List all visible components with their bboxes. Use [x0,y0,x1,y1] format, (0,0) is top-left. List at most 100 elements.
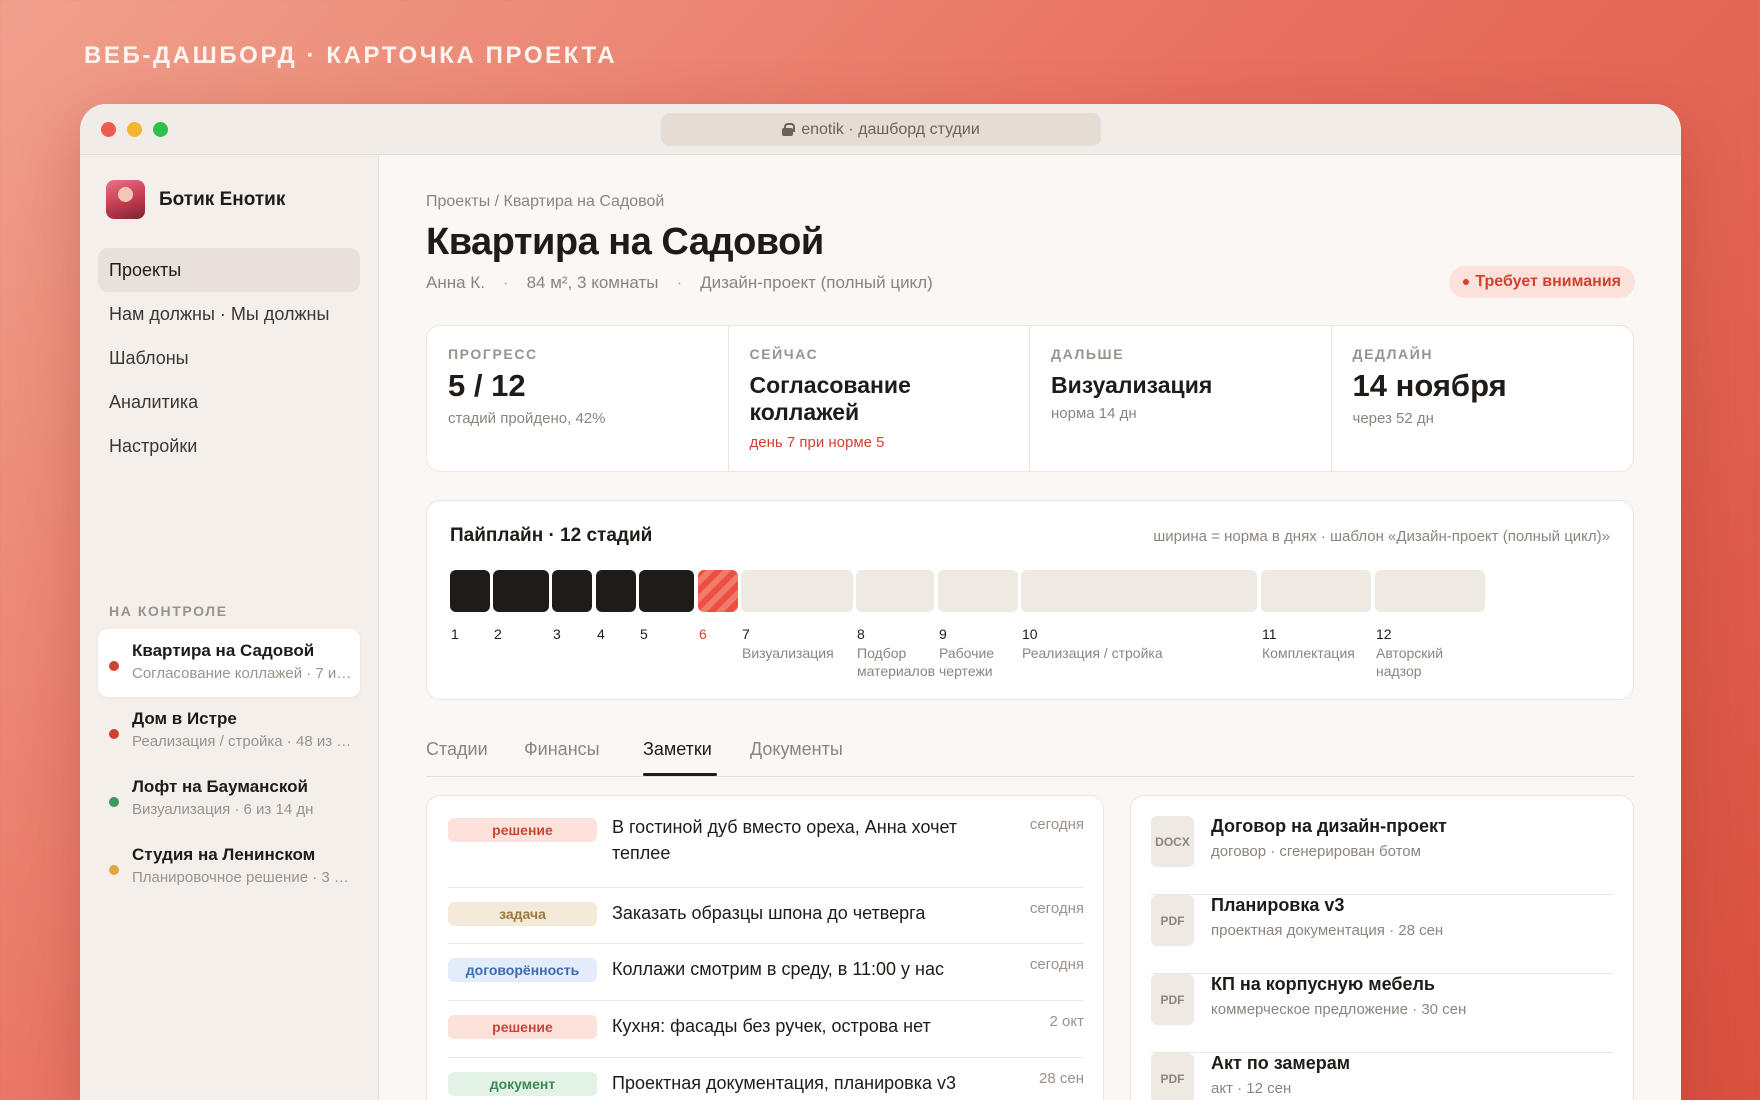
tab-finance[interactable]: Финансы [524,739,600,760]
close-window-button[interactable] [101,122,116,137]
note-text: Кухня: фасады без ручек, острова нет [612,1016,931,1036]
watch-item-subtitle: Визуализация · 6 из 14 дн [132,801,314,818]
badge-dot-icon [1463,279,1470,285]
note-row[interactable]: решение В гостиной дуб вместо ореха, Анн… [448,812,1084,888]
pipeline-title: Пайплайн · 12 стадий [450,525,653,546]
note-tag: документ [448,1072,597,1096]
pipeline-stage-1[interactable] [450,570,490,612]
sidebar-item-projects[interactable]: Проекты [98,248,360,292]
document-item[interactable]: PDF КП на корпусную мебель коммерческое … [1151,974,1613,1053]
note-date: 2 окт [1049,1013,1084,1030]
tab-notes[interactable]: Заметки [643,739,712,760]
document-item[interactable]: PDF Акт по замерам акт · 12 сен [1151,1053,1613,1100]
note-date: 28 сен [1039,1070,1084,1087]
sidebar-item-analytics[interactable]: Аналитика [98,380,360,424]
minimize-window-button[interactable] [127,122,142,137]
pipeline-stage-name: Комплектация [1262,645,1355,661]
note-row[interactable]: документ Проектная документация, планиро… [448,1058,1084,1100]
kpi-label: СЕЙЧАС [749,346,819,362]
breadcrumb[interactable]: Проекты / Квартира на Садовой [426,193,664,211]
pipeline-stage-name: Визуализация [742,645,834,661]
watch-item-subtitle: Планировочное решение · 3 из 7 дн [132,869,354,886]
note-row[interactable]: задача Заказать образцы шпона до четверг… [448,888,1084,944]
address-bar[interactable]: enotik · дашборд студии [661,113,1101,146]
status-badge-label: Требует внимания [1475,273,1621,290]
meta-type: Дизайн-проект (полный цикл) [700,273,933,292]
pipeline-stage-number: 3 [553,626,561,642]
document-item[interactable]: PDF Планировка v3 проектная документация… [1151,895,1613,974]
document-title: КП на корпусную мебель [1211,974,1435,994]
pipeline-stage-name: Подбор материалов [857,645,936,679]
pipeline-stage-9[interactable] [938,570,1018,612]
profile[interactable]: Ботик Енотик [106,180,285,219]
pipeline-stage-number: 1 [451,626,459,642]
note-date: сегодня [1029,956,1084,973]
pipeline-stage-11[interactable] [1261,570,1371,612]
pipeline-stage-number: 9 [939,626,947,642]
note-row[interactable]: договорённость Коллажи смотрим в среду, … [448,944,1084,1001]
document-subtitle: акт · 12 сен [1211,1080,1292,1097]
pipeline-card: Пайплайн · 12 стадий ширина = норма в дн… [426,500,1634,700]
kpi-label: ПРОГРЕСС [448,346,538,362]
main-content: Проекты / Квартира на Садовой Квартира н… [380,155,1681,1100]
watch-item[interactable]: Квартира на Садовой Согласование коллаже… [98,629,360,697]
pipeline-stage-name: Авторский надзор [1376,645,1444,679]
sidebar-item-debts[interactable]: Нам должны · Мы должны [98,292,360,336]
page-heading: ВЕБ-ДАШБОРД · КАРТОЧКА ПРОЕКТА [84,42,618,69]
browser-window: enotik · дашборд студии Ботик Енотик Про… [80,104,1681,1100]
pipeline-stage-8[interactable] [856,570,934,612]
sidebar-nav: Проекты Нам должны · Мы должны Шаблоны А… [98,248,360,468]
watch-item[interactable]: Дом в Истре Реализация / стройка · 48 из… [98,697,360,765]
tab-documents[interactable]: Документы [750,739,843,760]
note-text: Заказать образцы шпона до четверга [612,903,926,923]
document-item[interactable]: DOCX Договор на дизайн-проект договор · … [1151,816,1613,895]
kpi-value: Визуализация [1051,372,1213,398]
watch-item[interactable]: Студия на Ленинском Планировочное решени… [98,833,360,901]
kpi-sub: день 7 при норме 5 [749,434,885,451]
document-title: Планировка v3 [1211,895,1345,915]
note-tag: договорённость [448,958,597,982]
pipeline-stage-3[interactable] [552,570,592,612]
maximize-window-button[interactable] [153,122,168,137]
pdf-file-icon: PDF [1151,974,1194,1025]
pipeline-stage-number: 2 [494,626,502,642]
pipeline-stage-2[interactable] [493,570,549,612]
pipeline-stage-6[interactable] [698,570,738,612]
document-title: Акт по замерам [1211,1053,1351,1073]
note-tag: решение [448,1015,597,1039]
watch-item[interactable]: Лофт на Бауманской Визуализация · 6 из 1… [98,765,360,833]
kpi-deadline: ДЕДЛАЙН 14 ноября через 52 дн [1332,326,1634,471]
pipeline-stage-7[interactable] [741,570,853,612]
note-tag: решение [448,818,597,842]
status-dot [109,729,119,739]
lock-icon [782,123,796,136]
document-subtitle: проектная документация · 28 сен [1211,922,1444,939]
note-text: Коллажи смотрим в среду, в 11:00 у нас [612,959,945,979]
pipeline-stage-5[interactable] [639,570,694,612]
pipeline-stage-number: 11 [1262,626,1277,642]
sidebar-item-templates[interactable]: Шаблоны [98,336,360,380]
watch-item-title: Квартира на Садовой [132,641,315,660]
address-text: enotik · дашборд студии [801,120,980,138]
documents-card: DOCX Договор на дизайн-проект договор · … [1130,795,1634,1100]
pipeline-stage-12[interactable] [1375,570,1485,612]
sidebar: Ботик Енотик Проекты Нам должны · Мы дол… [80,155,379,1100]
notes-card: решение В гостиной дуб вместо ореха, Анн… [426,795,1104,1100]
pipeline-stage-4[interactable] [596,570,636,612]
pipeline-stage-10[interactable] [1021,570,1257,612]
watch-list: Квартира на Садовой Согласование коллаже… [98,629,360,901]
pipeline-stage-number: 4 [597,626,605,642]
pipeline-stage-number: 5 [640,626,648,642]
note-row[interactable]: решение Кухня: фасады без ручек, острова… [448,1001,1084,1058]
tab-stages[interactable]: Стадии [426,739,488,760]
pipeline-stage-number: 7 [742,626,750,642]
pipeline-stage-number: 6 [699,626,707,642]
watch-item-title: Лофт на Бауманской [132,777,309,796]
sidebar-item-settings[interactable]: Настройки [98,424,360,468]
watch-item-title: Дом в Истре [132,709,237,728]
kpi-current-stage: СЕЙЧАС Согласование коллажей день 7 при … [729,326,1030,471]
kpi-next-stage: ДАЛЬШЕ Визуализация норма 14 дн [1030,326,1332,471]
note-text: Проектная документация, планировка v3 [612,1073,957,1093]
kpi-label: ДАЛЬШЕ [1051,346,1125,362]
kpi-sub: стадий пройдено, 42% [448,410,606,427]
